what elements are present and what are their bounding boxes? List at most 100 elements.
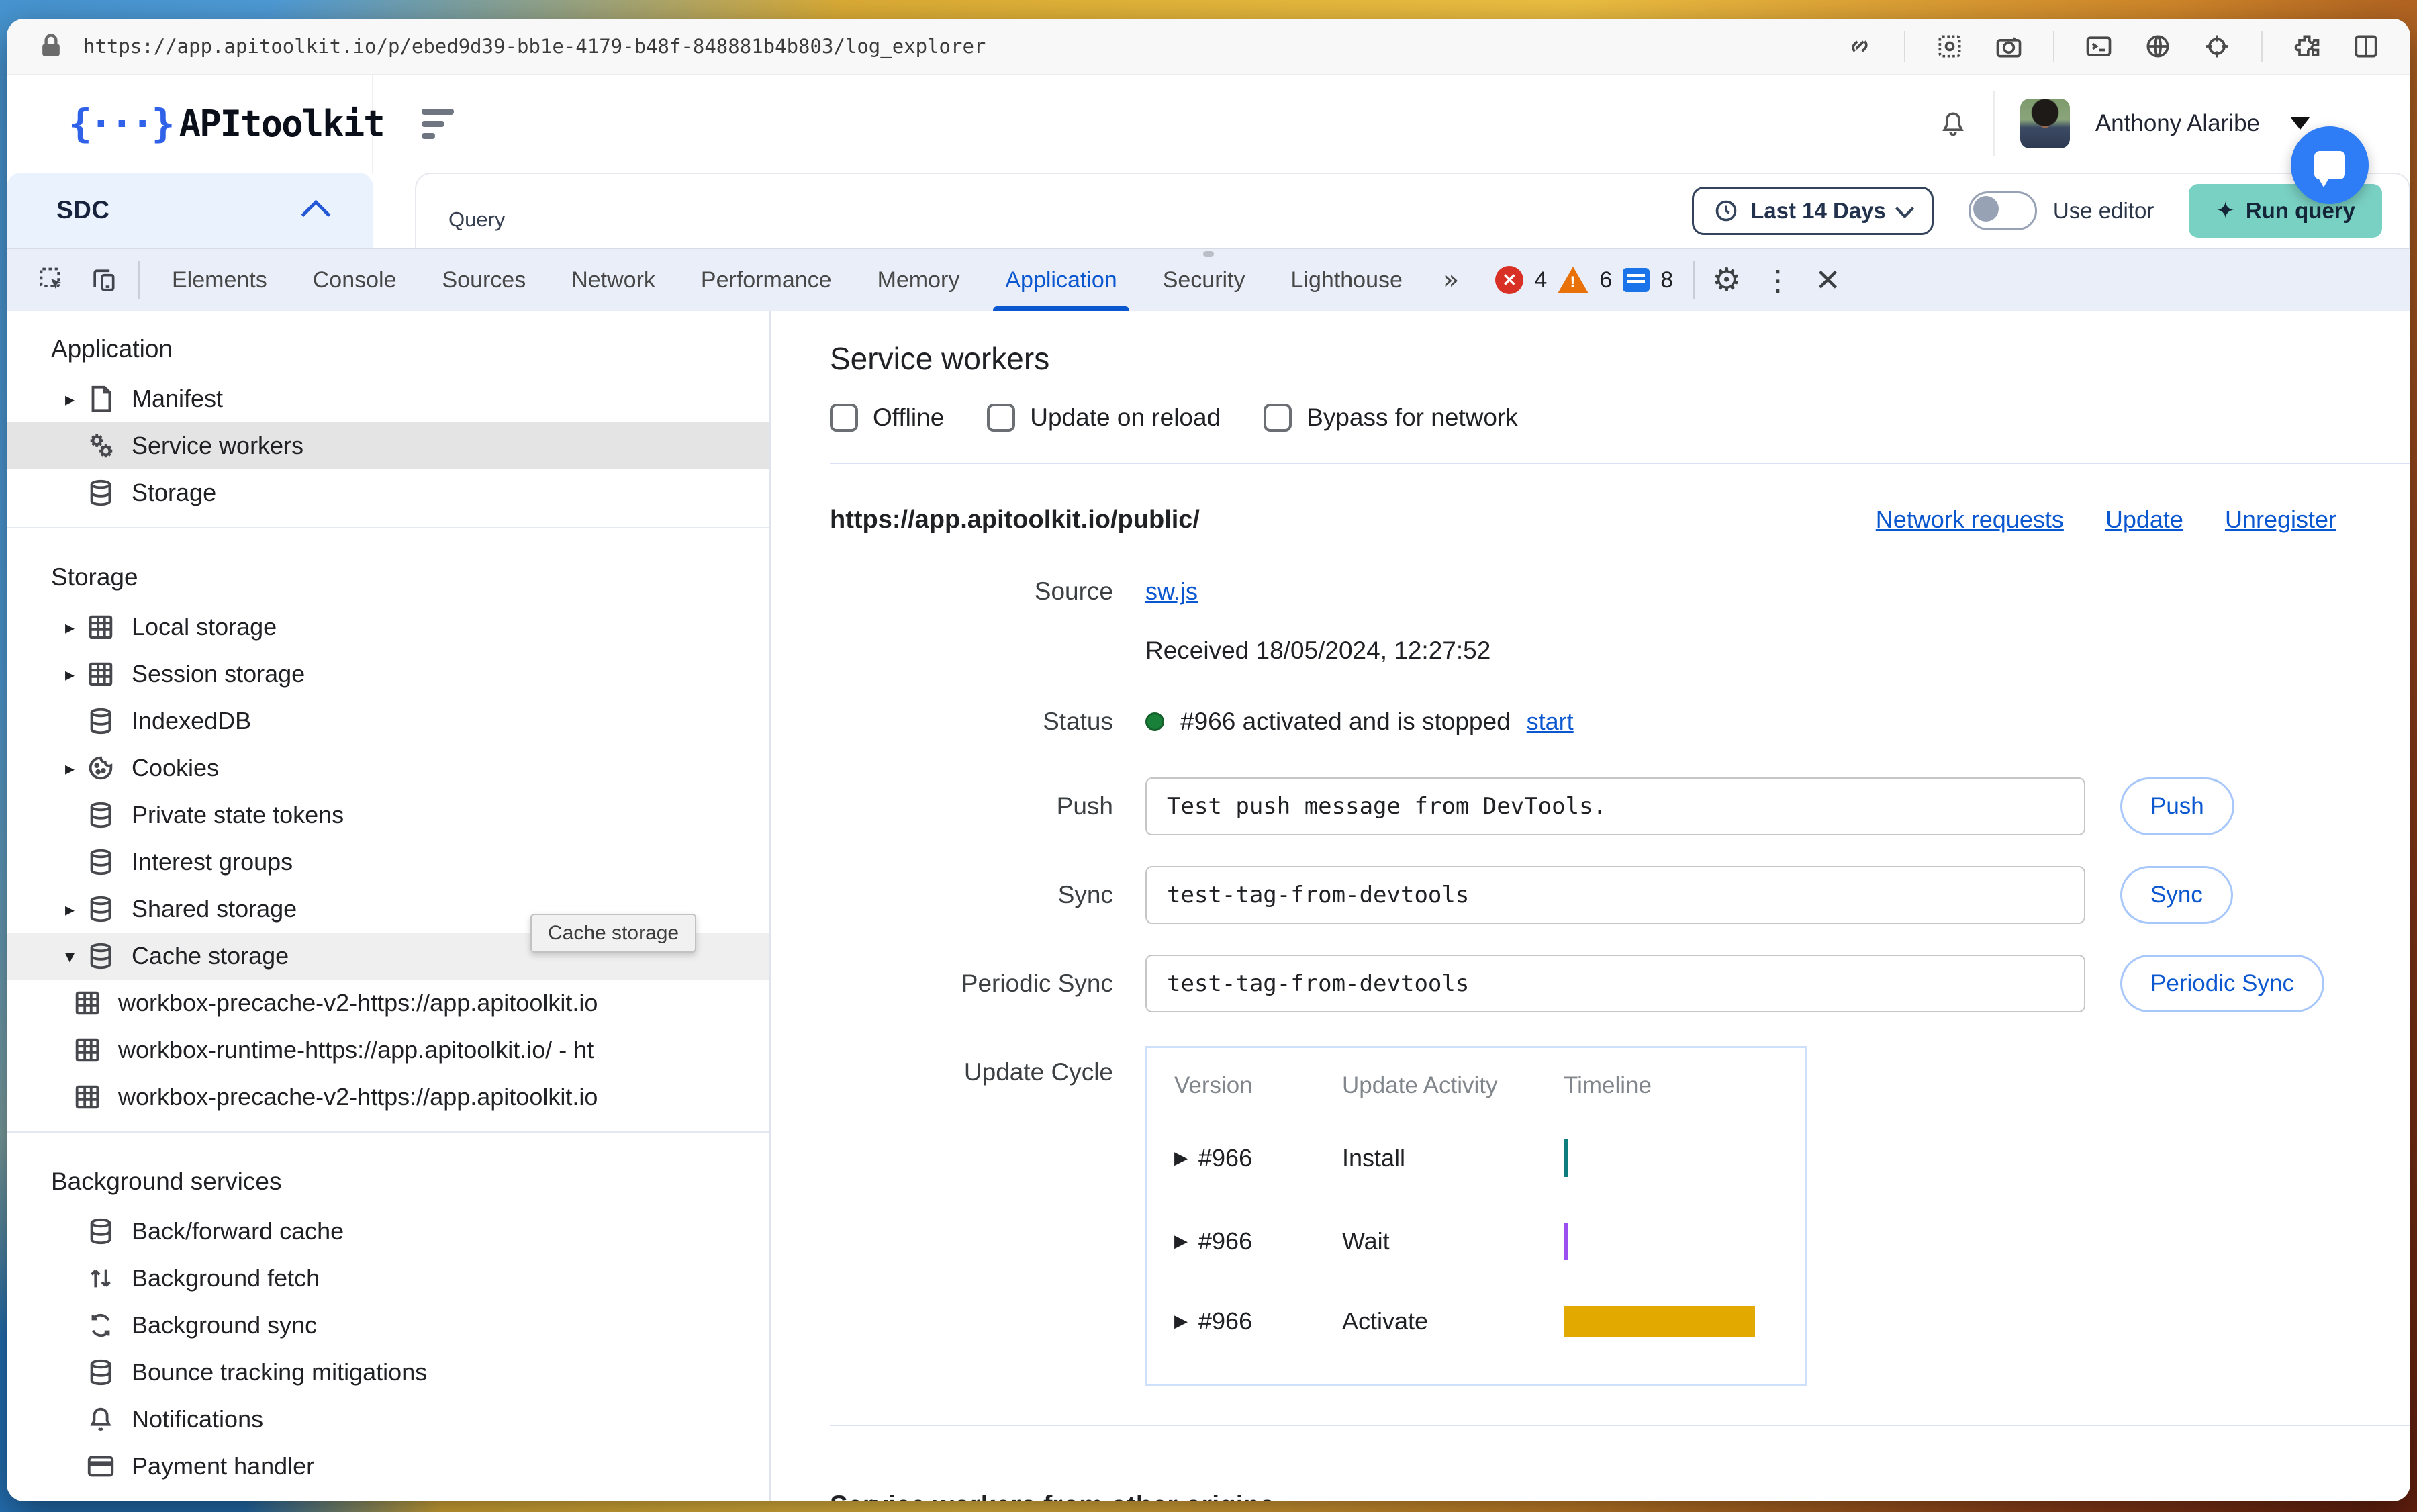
url-text[interactable]: https://app.apitoolkit.io/p/ebed9d39-bb1… (83, 35, 1845, 58)
unregister-link[interactable]: Unregister (2225, 506, 2336, 534)
sidebar-item-notifications[interactable]: Notifications (7, 1396, 769, 1443)
time-range-dropdown[interactable]: Last 14 Days (1692, 187, 1934, 235)
source-file-link[interactable]: sw.js (1145, 577, 1198, 606)
offline-checkbox[interactable]: Offline (830, 404, 944, 432)
row-expander-icon[interactable]: ▶ (1174, 1231, 1188, 1251)
checkbox-icon[interactable] (830, 404, 858, 432)
periodic-sync-input[interactable] (1145, 955, 2085, 1012)
sidebar-item-private-state-tokens[interactable]: Private state tokens (7, 792, 769, 839)
device-toolbar-icon[interactable] (86, 263, 121, 297)
notifications-bell-icon[interactable] (1938, 109, 1968, 138)
sidebar-item-session-storage[interactable]: ▸ Session storage (7, 651, 769, 698)
query-panel[interactable]: Query Last 14 Days Use editor ✦ Run quer… (415, 173, 2410, 248)
user-avatar[interactable] (2020, 99, 2070, 148)
database-icon (85, 893, 117, 925)
sidebar-item-service-workers[interactable]: Service workers (7, 422, 769, 469)
update-cycle-row-activate[interactable]: ▶#966 Activate (1147, 1283, 1805, 1360)
error-count[interactable]: 4 (1534, 267, 1547, 293)
sidebar-item-background-fetch[interactable]: Background fetch (7, 1255, 769, 1302)
payment-card-icon (85, 1450, 117, 1482)
sidebar-collapse-icon[interactable] (422, 109, 454, 139)
sidebar-item-manifest[interactable]: ▸ Manifest (7, 375, 769, 422)
app-header: {···} APItoolkit Anthony Alaribe (7, 75, 2410, 173)
sidebar-item-background-sync[interactable]: Background sync (7, 1302, 769, 1349)
col-timeline: Timeline (1564, 1072, 1805, 1099)
periodic-sync-button[interactable]: Periodic Sync (2120, 955, 2324, 1012)
cookie-icon (85, 752, 117, 784)
sidebar-item-cookies[interactable]: ▸ Cookies (7, 745, 769, 792)
sidebar-item-workbox-precache-1[interactable]: workbox-precache-v2-https://app.apitoolk… (7, 980, 769, 1027)
toolbar-divider (2261, 31, 2263, 62)
sidebar-item-interest-groups[interactable]: Interest groups (7, 839, 769, 886)
tab-lighthouse[interactable]: Lighthouse (1268, 249, 1425, 311)
start-link[interactable]: start (1527, 708, 1574, 736)
bypass-for-network-checkbox[interactable]: Bypass for network (1264, 404, 1518, 432)
message-badge-icon[interactable] (1623, 268, 1650, 292)
sidebar-item-bounce-tracking[interactable]: Bounce tracking mitigations (7, 1349, 769, 1396)
devtools-more-menu-icon[interactable]: ⋮ (1764, 264, 1792, 297)
update-link[interactable]: Update (2105, 506, 2183, 534)
tab-elements[interactable]: Elements (149, 249, 290, 311)
col-version: Version (1174, 1072, 1342, 1099)
tab-performance[interactable]: Performance (678, 249, 855, 311)
sidebar-item-local-storage[interactable]: ▸ Local storage (7, 604, 769, 651)
image-icon[interactable] (1935, 32, 1964, 61)
warning-badge-icon[interactable]: ! (1558, 267, 1589, 293)
sidebar-item-storage[interactable]: Storage (7, 469, 769, 516)
push-input[interactable] (1145, 777, 2085, 835)
bell-icon (85, 1403, 117, 1435)
checkbox-icon[interactable] (987, 404, 1015, 432)
tab-memory[interactable]: Memory (855, 249, 983, 311)
share-link-icon[interactable] (1845, 32, 1875, 61)
checkbox-icon[interactable] (1264, 404, 1292, 432)
status-green-dot (1145, 712, 1164, 731)
sidebar-item-payment-handler[interactable]: Payment handler (7, 1443, 769, 1490)
tab-security[interactable]: Security (1140, 249, 1268, 311)
devtools-settings-gear-icon[interactable]: ⚙ (1712, 261, 1741, 299)
update-on-reload-checkbox[interactable]: Update on reload (987, 404, 1221, 432)
user-menu-caret-icon[interactable] (2291, 117, 2310, 130)
message-count[interactable]: 8 (1660, 267, 1673, 293)
extensions-puzzle-icon[interactable] (2292, 32, 2322, 61)
sync-input[interactable] (1145, 866, 2085, 924)
periodic-sync-label: Periodic Sync (830, 970, 1145, 998)
browser-window: https://app.apitoolkit.io/p/ebed9d39-bb1… (7, 19, 2410, 1501)
sidebar-item-workbox-precache-2[interactable]: workbox-precache-v2-https://app.apitoolk… (7, 1074, 769, 1121)
terminal-icon[interactable] (2084, 32, 2114, 61)
camera-icon[interactable] (1994, 32, 2024, 61)
crosshair-icon[interactable] (2202, 32, 2232, 61)
network-requests-link[interactable]: Network requests (1876, 506, 2064, 534)
sparkle-icon: ✦ (2216, 197, 2235, 224)
database-icon (85, 799, 117, 831)
sidebar-item-back-forward-cache[interactable]: Back/forward cache (7, 1208, 769, 1255)
sidebar-item-cache-storage[interactable]: ▾ Cache storage Cache storage (7, 933, 769, 980)
table-icon (71, 1081, 103, 1113)
warning-count[interactable]: 6 (1599, 267, 1612, 293)
row-expander-icon[interactable]: ▶ (1174, 1311, 1188, 1331)
tab-sources[interactable]: Sources (419, 249, 549, 311)
user-name[interactable]: Anthony Alaribe (2095, 110, 2260, 137)
sidebar-item-workbox-runtime[interactable]: workbox-runtime-https://app.apitoolkit.i… (7, 1027, 769, 1074)
update-cycle-row-install[interactable]: ▶#966 Install (1147, 1117, 1805, 1200)
update-cycle-row-wait[interactable]: ▶#966 Wait (1147, 1200, 1805, 1283)
tab-console[interactable]: Console (290, 249, 420, 311)
row-expander-icon[interactable]: ▶ (1174, 1148, 1188, 1168)
sidebar-item-indexeddb[interactable]: IndexedDB (7, 698, 769, 745)
status-label: Status (830, 708, 1145, 736)
project-selector[interactable]: SDC (7, 173, 373, 248)
expander-open-icon[interactable]: ▾ (55, 945, 85, 967)
tab-application[interactable]: Application (982, 249, 1139, 311)
devtools-close-icon[interactable]: ✕ (1815, 262, 1841, 298)
sidebar-toggle-icon[interactable] (2351, 32, 2381, 61)
inspect-element-icon[interactable] (35, 263, 70, 297)
chat-widget-button[interactable] (2291, 126, 2369, 204)
use-editor-toggle[interactable] (1969, 191, 2037, 230)
apitoolkit-logo[interactable]: {···} APItoolkit (7, 75, 373, 173)
more-tabs-icon[interactable]: » (1425, 265, 1476, 295)
sync-button[interactable]: Sync (2120, 866, 2233, 924)
error-badge-icon[interactable]: ✕ (1495, 266, 1523, 294)
globe-icon[interactable] (2143, 32, 2173, 61)
tab-network[interactable]: Network (549, 249, 678, 311)
push-button[interactable]: Push (2120, 777, 2234, 835)
expander-icon[interactable]: ▸ (55, 388, 85, 410)
